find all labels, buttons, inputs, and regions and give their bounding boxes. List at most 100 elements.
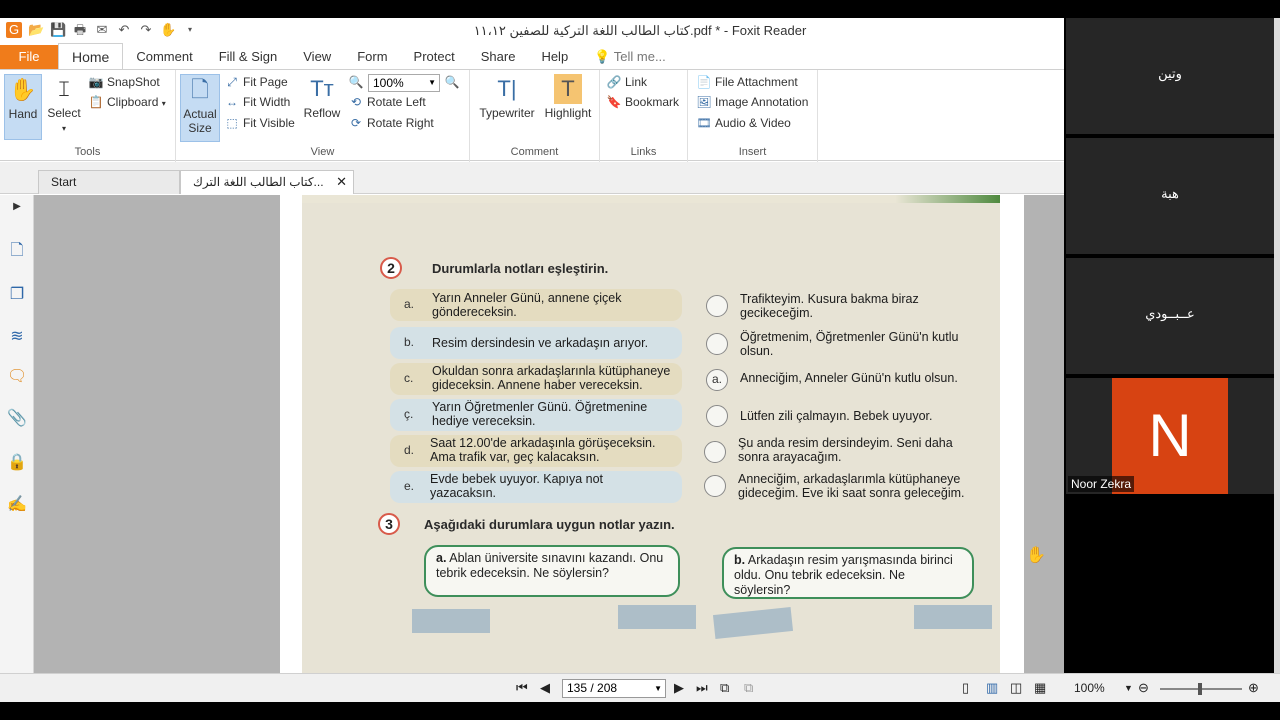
item-text: Okuldan sonra arkadaşlarınla kütüphaneye… bbox=[432, 364, 671, 392]
page-number-field[interactable]: 135 / 208 ▼ bbox=[562, 679, 666, 698]
tab-form[interactable]: Form bbox=[344, 45, 400, 69]
audio-video-button[interactable]: 🎞 Audio & Video bbox=[696, 113, 790, 133]
bookmark-button[interactable]: 🔖 Bookmark bbox=[606, 92, 680, 112]
bubble-letter: a. bbox=[436, 551, 447, 565]
list-item: Lütfen zili çalmayın. Bebek uyuyor. bbox=[700, 401, 986, 435]
zoom-select[interactable]: 100% ▼ bbox=[368, 74, 440, 92]
list-item: Şu anda resim dersindeyim. Seni daha son… bbox=[700, 435, 986, 469]
highlight-button[interactable]: T Highlight bbox=[540, 74, 596, 120]
group-links: 🔗 Link 🔖 Bookmark Links bbox=[600, 70, 688, 162]
group-comment: T| Typewriter T Highlight Comment bbox=[470, 70, 600, 162]
page-icon: 🗋 bbox=[191, 77, 209, 102]
tab-start[interactable]: Start bbox=[38, 170, 180, 194]
item-letter: e. bbox=[404, 479, 415, 493]
answer-circle bbox=[706, 295, 728, 317]
attachment-icon: 📄 bbox=[696, 75, 712, 89]
link-button[interactable]: 🔗 Link bbox=[606, 72, 648, 92]
select-button[interactable]: 𝙸 Select ▾ bbox=[44, 74, 84, 134]
previous-page-icon[interactable]: ◀ bbox=[540, 680, 550, 696]
rotate-left-icon: ⟲ bbox=[350, 95, 362, 109]
fit-page-button[interactable]: ⤢ Fit Page bbox=[224, 72, 288, 92]
item-letter: a. bbox=[404, 297, 415, 311]
tab-protect[interactable]: Protect bbox=[401, 45, 468, 69]
tab-help[interactable]: Help bbox=[528, 45, 581, 69]
lightbulb-icon: 💡 bbox=[594, 49, 614, 64]
zoom-out-icon[interactable]: ⊖ bbox=[1138, 680, 1149, 696]
list-item: e. Evde bebek uyuyor. Kapıya not yazacak… bbox=[390, 471, 682, 503]
reflow-icon: Tт bbox=[310, 76, 334, 101]
chevron-down-icon[interactable]: ▼ bbox=[1124, 683, 1133, 693]
previous-view-icon[interactable]: ⧉ bbox=[720, 680, 729, 696]
group-label-comment: Comment bbox=[510, 146, 559, 158]
clipboard-button[interactable]: 📋 Clipboard ▾ bbox=[88, 92, 166, 112]
next-page-icon[interactable]: ▶ bbox=[674, 680, 684, 696]
zoom-in-icon[interactable]: 🔍 bbox=[444, 72, 463, 92]
tab-file[interactable]: File bbox=[0, 45, 58, 69]
section-title: Durumlarla notları eşleştirin. bbox=[432, 261, 609, 276]
tab-fill-sign[interactable]: Fill & Sign bbox=[206, 45, 291, 69]
layers-icon[interactable]: ❐ bbox=[7, 285, 27, 305]
list-item: d. Saat 12.00'de arkadaşınla görüşeceksi… bbox=[390, 435, 682, 467]
list-item: c. Okuldan sonra arkadaşlarınla kütüphan… bbox=[390, 363, 682, 395]
group-label-tools: Tools bbox=[74, 146, 101, 158]
zoom-level[interactable]: 100% bbox=[1074, 681, 1105, 695]
hand-button[interactable]: ✋ Hand bbox=[4, 74, 42, 140]
facing-page-icon[interactable]: ◫ bbox=[1010, 680, 1022, 696]
document-workspace[interactable]: 2 Durumlarla notları eşleştirin. a. Yarı… bbox=[34, 195, 1064, 673]
vertical-scrollbar[interactable] bbox=[1274, 18, 1280, 702]
tab-view[interactable]: View bbox=[290, 45, 344, 69]
bookmark-icon: 🔖 bbox=[606, 95, 622, 109]
attachment-icon[interactable]: 📎 bbox=[7, 409, 27, 429]
actual-size-button[interactable]: 🗋 Actual Size bbox=[180, 74, 220, 142]
continuous-facing-icon[interactable]: ▦ bbox=[1034, 680, 1046, 696]
clipboard-icon: 📋 bbox=[88, 95, 104, 109]
comments-icon[interactable]: 🗨 bbox=[7, 367, 27, 387]
close-icon[interactable]: ✕ bbox=[336, 171, 347, 193]
zoom-out-icon[interactable]: 🔍 bbox=[348, 72, 367, 92]
continuous-page-icon[interactable]: ▥ bbox=[986, 680, 998, 696]
fit-visible-button[interactable]: ⬚ Fit Visible bbox=[224, 113, 294, 133]
rotate-right-icon: ⟳ bbox=[350, 116, 362, 130]
page-thumbnails-icon[interactable]: 🗋 bbox=[7, 241, 27, 261]
single-page-icon[interactable]: ▯ bbox=[962, 680, 969, 696]
typewriter-button[interactable]: T| Typewriter bbox=[476, 74, 538, 120]
answer-circle bbox=[704, 441, 726, 463]
reflow-button[interactable]: Tт Reflow bbox=[302, 74, 342, 120]
rotate-left-button[interactable]: ⟲ Rotate Left bbox=[348, 92, 426, 112]
participant-tile[interactable]: N Noor Zekra bbox=[1066, 378, 1274, 494]
ribbon-home: ✋ Hand 𝙸 Select ▾ 📷 SnapShot 📋 Clipboard ▾ … bbox=[0, 69, 1064, 162]
tell-me-search[interactable]: 💡 Tell me... bbox=[581, 45, 679, 69]
participant-tile[interactable]: هبة bbox=[1066, 138, 1274, 254]
tab-comment[interactable]: Comment bbox=[123, 45, 205, 69]
last-page-icon[interactable]: ⏭ bbox=[696, 680, 708, 696]
zoom-slider-thumb[interactable] bbox=[1198, 683, 1202, 695]
hand-icon: ✋ bbox=[9, 77, 37, 102]
item-text: Öğretmenim, Öğretmenler Günü'n kutlu ols… bbox=[740, 330, 959, 358]
signature-icon[interactable]: ✍ bbox=[7, 495, 27, 515]
answer-circle bbox=[704, 475, 726, 497]
first-page-icon[interactable]: ⏮ bbox=[516, 680, 528, 696]
bubble-text: Arkadaşın resim yarışmasında birinci old… bbox=[734, 553, 953, 597]
fit-width-button[interactable]: ↔ Fit Width bbox=[224, 92, 290, 112]
rotate-right-button[interactable]: ⟳ Rotate Right bbox=[348, 113, 434, 133]
participant-tile[interactable]: عــبــودي bbox=[1066, 258, 1274, 374]
snapshot-button[interactable]: 📷 SnapShot bbox=[88, 72, 160, 92]
zoom-slider[interactable] bbox=[1160, 683, 1242, 695]
item-text: Saat 12.00'de arkadaşınla görüşeceksin. … bbox=[430, 436, 656, 464]
zoom-in-icon[interactable]: ⊕ bbox=[1248, 680, 1259, 696]
participant-tile[interactable]: وتين bbox=[1066, 18, 1274, 134]
select-cursor-icon: 𝙸 bbox=[56, 76, 72, 101]
image-annotation-button[interactable]: 🖼 Image Annotation bbox=[696, 92, 808, 112]
list-item: Trafikteyim. Kusura bakma biraz gecikece… bbox=[700, 291, 986, 325]
stack-icon[interactable]: ≋ bbox=[7, 327, 27, 347]
ribbon-tabs: File Home Comment Fill & Sign View Form … bbox=[0, 43, 1064, 69]
item-letter: d. bbox=[404, 443, 415, 457]
file-attachment-button[interactable]: 📄 File Attachment bbox=[696, 72, 798, 92]
tab-home[interactable]: Home bbox=[58, 43, 124, 69]
lock-icon[interactable]: 🔒 bbox=[7, 453, 27, 473]
expand-panel-icon[interactable]: ▶ bbox=[7, 197, 27, 217]
next-view-icon[interactable]: ⧉ bbox=[744, 680, 753, 696]
page-photo: 2 Durumlarla notları eşleştirin. a. Yarı… bbox=[302, 195, 1000, 673]
tab-document[interactable]: كتاب الطالب اللغة الترك... ✕ bbox=[180, 170, 354, 194]
tab-share[interactable]: Share bbox=[468, 45, 529, 69]
